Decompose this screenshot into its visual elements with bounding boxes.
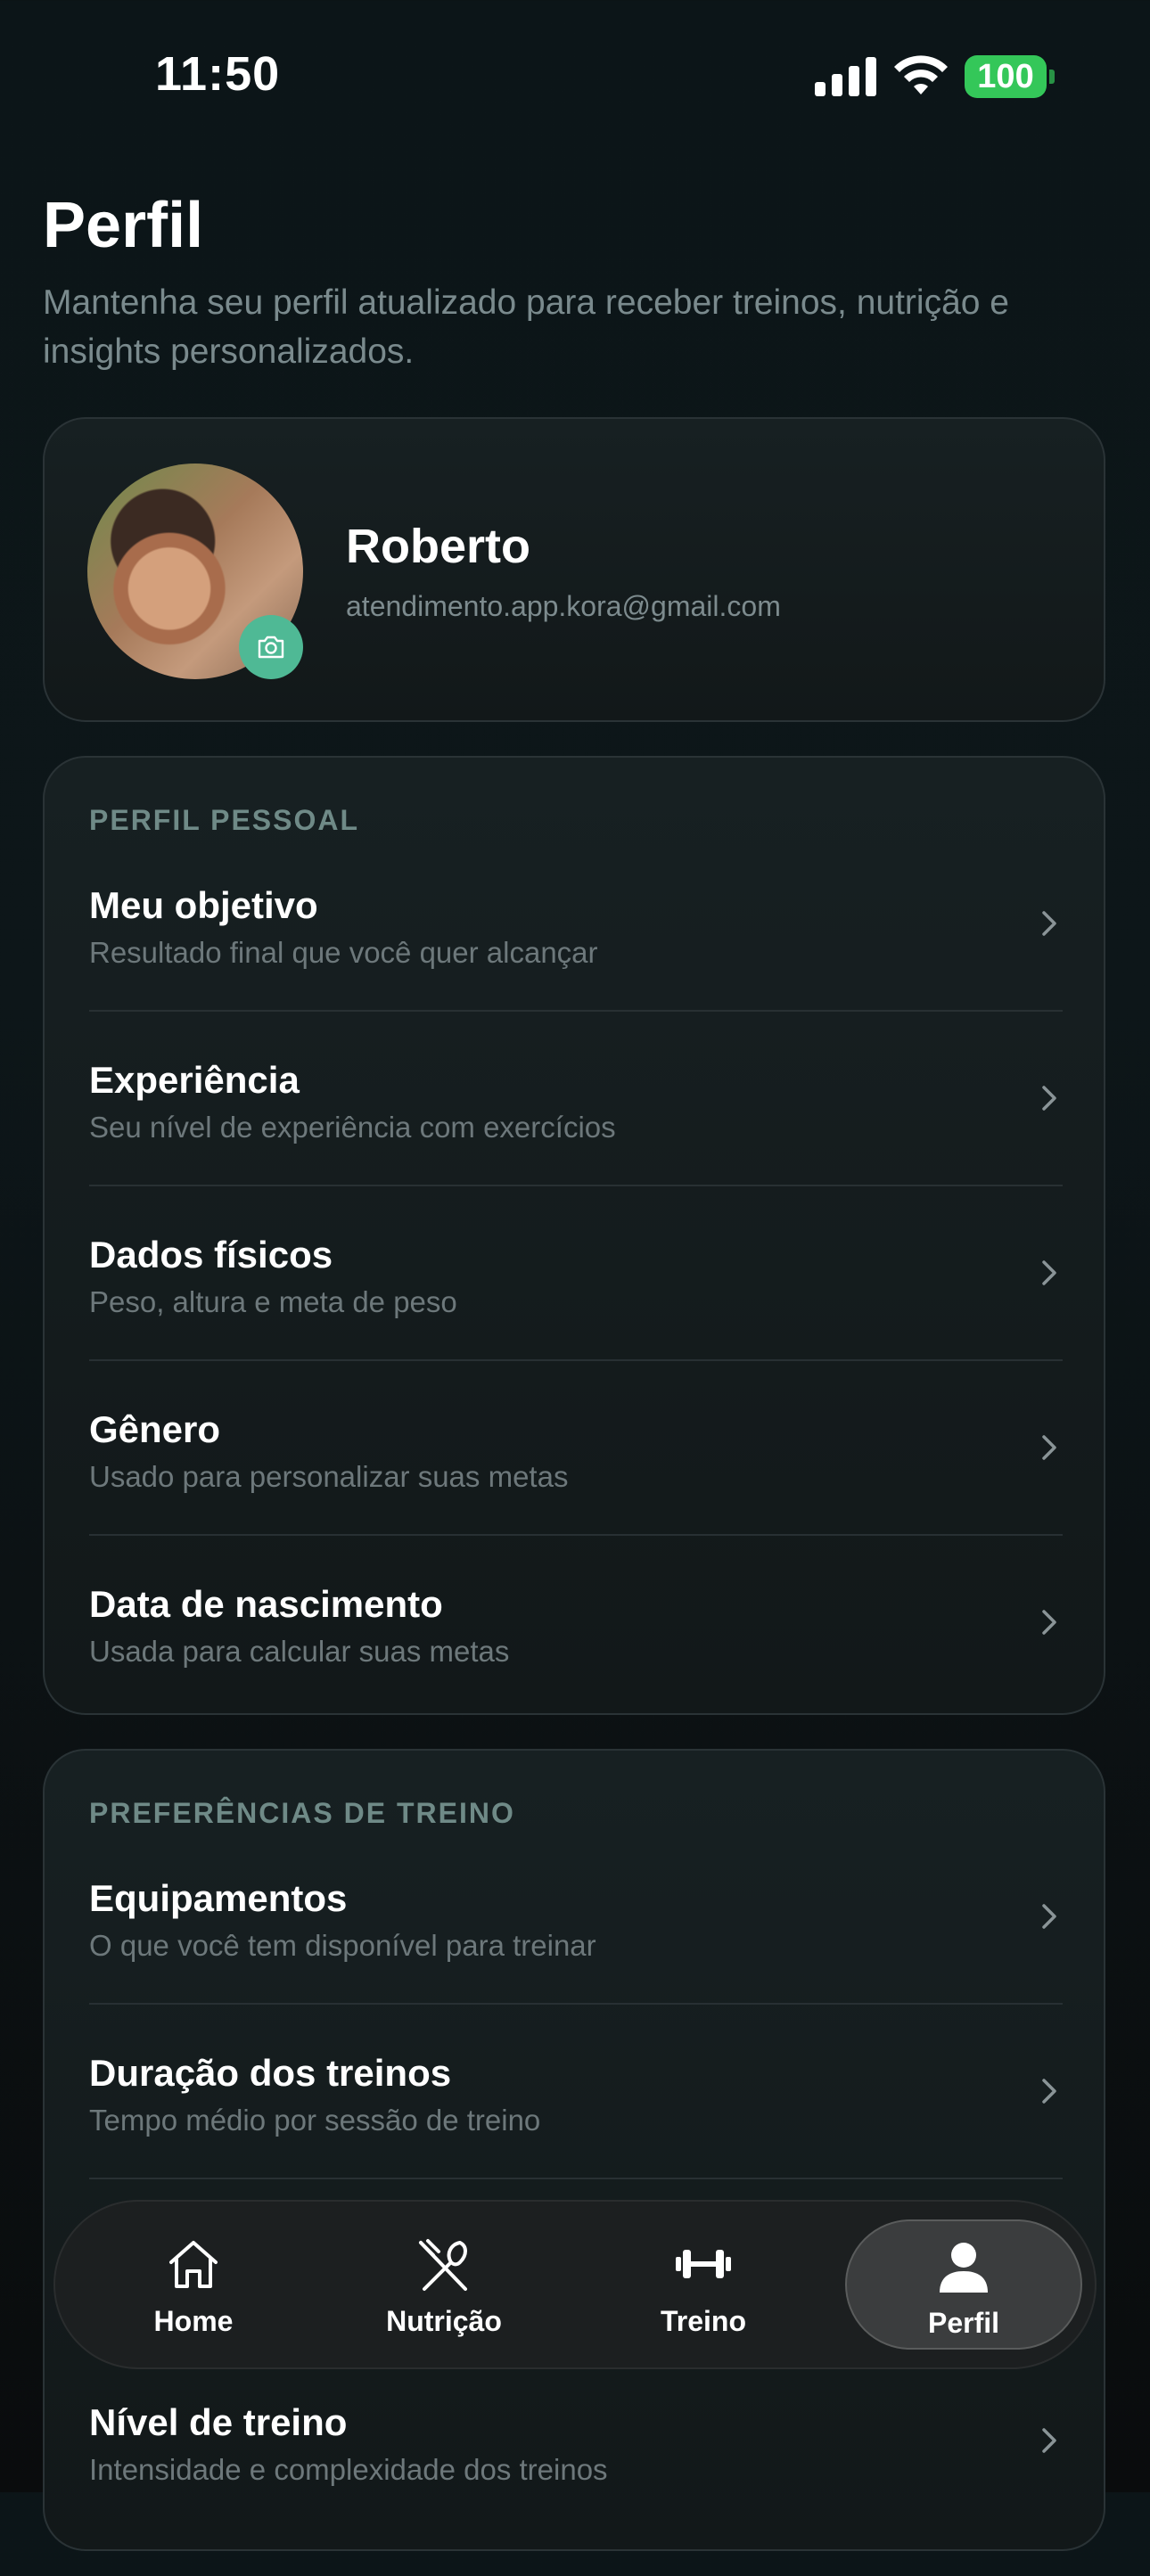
menu-item-equipment[interactable]: Equipamentos O que você tem disponível p… <box>89 1877 1063 2052</box>
profile-email: atendimento.app.kora@gmail.com <box>346 590 781 622</box>
tab-label: Perfil <box>927 2307 1000 2339</box>
dumbbell-icon <box>676 2250 731 2278</box>
battery-tip <box>1049 70 1055 84</box>
menu-item-subtitle: Resultado final que você quer alcançar <box>89 936 598 969</box>
tab-bar: Home Nutrição Treino Perfil <box>53 2200 1097 2369</box>
chevron-right-icon <box>1042 1904 1056 1929</box>
menu-item-title: Gênero <box>89 1408 221 1450</box>
divider <box>89 1185 1063 1186</box>
menu-item-objective[interactable]: Meu objetivo Resultado final que você qu… <box>89 884 1063 1059</box>
menu-item-birth-date[interactable]: Data de nascimento Usada para calcular s… <box>89 1583 1063 1758</box>
chevron-right-icon <box>1042 1435 1056 1460</box>
chevron-right-icon <box>1042 2428 1056 2453</box>
divider <box>89 1010 1063 1012</box>
tab-label: Treino <box>660 2305 746 2337</box>
battery-indicator: 100 <box>965 55 1047 98</box>
section-label: PERFIL PESSOAL <box>89 804 360 836</box>
status-time: 11:50 <box>155 47 281 101</box>
menu-item-gender[interactable]: Gênero Usado para personalizar suas meta… <box>89 1408 1063 1583</box>
menu-item-title: Dados físicos <box>89 1234 333 1276</box>
divider <box>89 2003 1063 2005</box>
menu-item-subtitle: Usada para calcular suas metas <box>89 1635 510 1668</box>
tab-label: Nutrição <box>386 2305 502 2337</box>
wifi-icon <box>894 55 948 94</box>
menu-item-title: Data de nascimento <box>89 1583 443 1625</box>
menu-item-subtitle: Tempo médio por sessão de treino <box>89 2104 541 2137</box>
tab-workout[interactable]: Treino <box>592 2200 815 2369</box>
profile-name: Roberto <box>346 520 530 573</box>
menu-item-physical-data[interactable]: Dados físicos Peso, altura e meta de pes… <box>89 1234 1063 1408</box>
person-icon <box>940 2243 988 2293</box>
menu-item-subtitle: Intensidade e complexidade dos treinos <box>89 2453 608 2486</box>
training-preferences-card: PREFERÊNCIAS DE TREINO Equipamentos O qu… <box>43 1749 1105 2551</box>
change-photo-button[interactable] <box>239 615 303 679</box>
personal-profile-card: PERFIL PESSOAL Meu objetivo Resultado fi… <box>43 756 1105 1715</box>
page-subtitle: Mantenha seu perfil atualizado para rece… <box>43 283 1009 371</box>
menu-item-subtitle: O que você tem disponível para treinar <box>89 1929 596 1962</box>
tab-nutrition[interactable]: Nutrição <box>333 2200 555 2369</box>
menu-item-subtitle: Peso, altura e meta de peso <box>89 1285 457 1318</box>
page-title: Perfil <box>43 190 204 261</box>
chevron-right-icon <box>1042 1260 1056 1285</box>
chevron-right-icon <box>1042 911 1056 936</box>
divider <box>89 1359 1063 1361</box>
menu-item-title: Equipamentos <box>89 1877 348 1919</box>
camera-icon <box>258 636 284 659</box>
profile-card[interactable]: Roberto atendimento.app.kora@gmail.com <box>43 417 1105 722</box>
menu-item-subtitle: Usado para personalizar suas metas <box>89 1460 569 1493</box>
status-bar: 11:50 100 <box>0 0 1150 152</box>
section-label: PREFERÊNCIAS DE TREINO <box>89 1797 515 1829</box>
chevron-right-icon <box>1042 2079 1056 2104</box>
chevron-right-icon <box>1042 1086 1056 1111</box>
fork-knife-icon <box>419 2239 467 2291</box>
tab-home[interactable]: Home <box>82 2200 305 2369</box>
menu-item-title: Nível de treino <box>89 2401 348 2443</box>
menu-item-title: Experiência <box>89 1059 300 1101</box>
divider <box>89 1534 1063 1536</box>
menu-item-experience[interactable]: Experiência Seu nível de experiência com… <box>89 1059 1063 1234</box>
tab-label: Home <box>153 2305 234 2337</box>
menu-item-title: Duração dos treinos <box>89 2052 452 2094</box>
divider <box>89 2178 1063 2179</box>
tab-profile[interactable]: Perfil <box>845 2219 1082 2350</box>
menu-item-subtitle: Seu nível de experiência com exercícios <box>89 1111 616 1144</box>
cellular-signal-icon <box>815 57 876 96</box>
menu-item-training-level[interactable]: Nível de treino Intensidade e complexida… <box>89 2401 1063 2576</box>
home-icon <box>169 2241 218 2288</box>
chevron-right-icon <box>1042 1610 1056 1635</box>
menu-item-title: Meu objetivo <box>89 884 318 926</box>
